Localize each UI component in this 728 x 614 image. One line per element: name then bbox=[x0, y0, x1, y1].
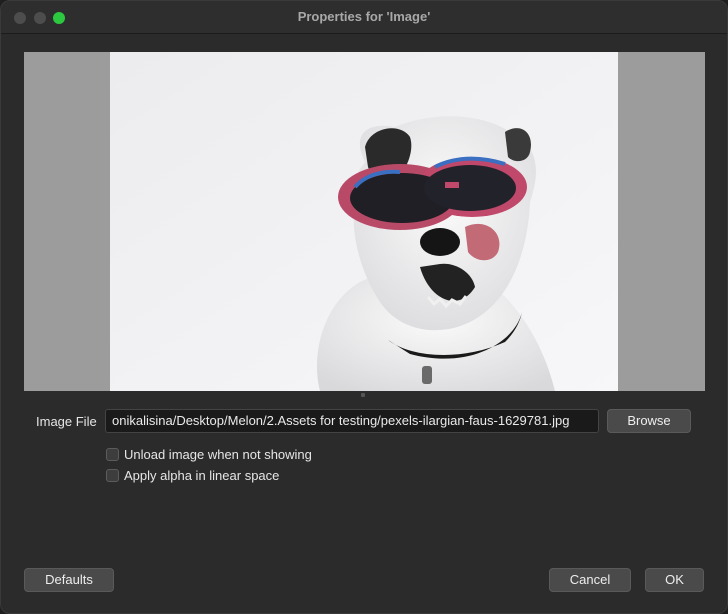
dialog-content: Image File onikalisina/Desktop/Melon/2.A… bbox=[1, 34, 727, 613]
apply-alpha-label: Apply alpha in linear space bbox=[124, 468, 280, 483]
image-preview bbox=[24, 52, 705, 391]
apply-alpha-checkbox[interactable] bbox=[106, 469, 119, 482]
image-file-path-text: onikalisina/Desktop/Melon/2.Assets for t… bbox=[112, 413, 570, 428]
image-file-label: Image File bbox=[36, 414, 97, 429]
title-bar[interactable]: Properties for 'Image' bbox=[1, 1, 727, 34]
unload-image-label: Unload image when not showing bbox=[124, 447, 312, 462]
image-file-path-field[interactable]: onikalisina/Desktop/Melon/2.Assets for t… bbox=[105, 409, 599, 433]
cancel-button[interactable]: Cancel bbox=[549, 568, 631, 592]
ok-button[interactable]: OK bbox=[645, 568, 704, 592]
browse-button[interactable]: Browse bbox=[607, 409, 691, 433]
splitter-handle[interactable] bbox=[361, 393, 365, 397]
unload-image-checkbox[interactable] bbox=[106, 448, 119, 461]
properties-window: Properties for 'Image' Image File onikal… bbox=[0, 0, 728, 614]
defaults-button[interactable]: Defaults bbox=[24, 568, 114, 592]
dog-photo bbox=[110, 52, 618, 391]
window-title: Properties for 'Image' bbox=[297, 9, 431, 24]
